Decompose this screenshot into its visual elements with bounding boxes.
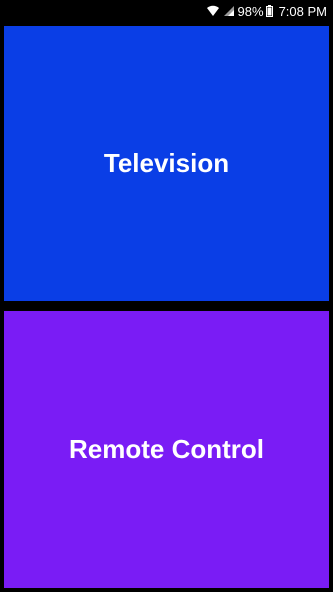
status-bar: 98% 7:08 PM (0, 0, 333, 22)
clock-time: 7:08 PM (278, 3, 327, 19)
signal-icon (223, 5, 235, 17)
battery-percent: 98% (237, 3, 264, 19)
battery-icon (265, 5, 273, 17)
television-tile[interactable]: Television (4, 26, 329, 301)
remote-control-label: Remote Control (69, 434, 264, 464)
remote-control-tile[interactable]: Remote Control (4, 311, 329, 588)
television-label: Television (103, 148, 230, 178)
wifi-icon (206, 5, 220, 17)
